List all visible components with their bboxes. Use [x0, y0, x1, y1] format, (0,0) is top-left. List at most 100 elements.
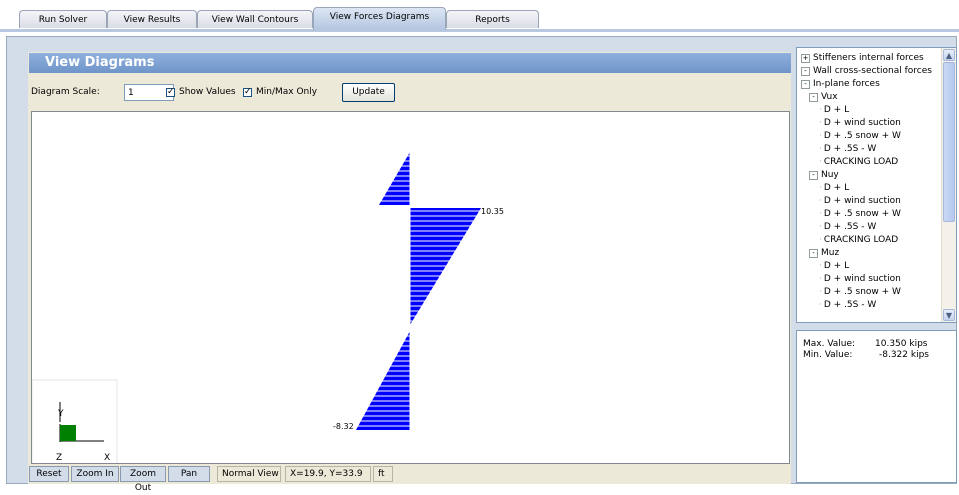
tree-node[interactable]: - Wall cross-sectional forces [801, 66, 932, 76]
tree-node-label: D + L [823, 183, 850, 193]
z-axis-marker [60, 425, 76, 441]
collapse-icon[interactable]: - [801, 67, 810, 76]
diagram-toolbar: Diagram Scale: ✓ Show Values ✓ Min/Max O… [29, 80, 789, 104]
tree-node-label: Vux [821, 92, 838, 102]
tab-strip: Run Solver View Results View Wall Contou… [0, 0, 959, 31]
min-value-label: -8.32 [333, 422, 354, 431]
tree-node-label: Muz [821, 248, 840, 258]
scroll-up-icon[interactable]: ▲ [943, 49, 955, 61]
tree-connector: · [819, 157, 822, 167]
tab-reports[interactable]: Reports [446, 10, 539, 28]
collapse-icon[interactable]: - [809, 249, 818, 258]
expand-icon[interactable]: + [801, 54, 810, 63]
tree-connector: · [819, 105, 822, 115]
tree-node[interactable]: · D + .5S - W [819, 222, 876, 232]
tree-node[interactable]: - Nuy [809, 170, 839, 180]
max-value-label: 10.35 [481, 207, 504, 216]
tree-node-label: D + wind suction [823, 274, 901, 284]
tree-node[interactable]: · D + wind suction [819, 274, 901, 284]
results-tree[interactable]: + Stiffeners internal forces - Wall cross-s… [796, 47, 957, 323]
tree-connector: · [819, 118, 822, 128]
max-value-caption: Max. Value: [803, 339, 856, 349]
collapse-icon[interactable]: - [801, 80, 810, 89]
tree-node[interactable]: · D + wind suction [819, 118, 901, 128]
tree-node[interactable]: · D + .5 snow + W [819, 287, 901, 297]
tree-node[interactable]: · D + L [819, 261, 849, 271]
value-info-box: Max. Value: 10.350 kips Min. Value: -8.3… [796, 330, 957, 483]
y-axis-label: Y [57, 409, 64, 419]
tree-node[interactable]: + Stiffeners internal forces [801, 53, 924, 63]
tree-node-label: D + .5S - W [823, 222, 877, 232]
tree-node[interactable]: · D + .5 snow + W [819, 131, 901, 141]
tree-node[interactable]: - Muz [809, 248, 839, 258]
tree-node-label: In-plane forces [813, 79, 880, 89]
units-status: ft [373, 466, 393, 482]
upper-left-diagram-area [379, 152, 410, 205]
tree-node-label: D + .5 snow + W [823, 209, 901, 219]
minmax-only-label: Min/Max Only [256, 87, 318, 97]
zoom-in-button[interactable]: Zoom In [71, 466, 119, 482]
show-values-label: Show Values [179, 87, 236, 97]
pan-button[interactable]: Pan [168, 466, 210, 482]
collapse-icon[interactable]: - [809, 93, 818, 102]
tree-scrollbar[interactable]: ▲ ▼ [941, 48, 956, 322]
tree-connector: · [819, 183, 822, 193]
tree-node-label: D + L [823, 261, 850, 271]
tree-node-label: Wall cross-sectional forces [813, 66, 932, 76]
diagram-scale-label: Diagram Scale: [31, 87, 100, 97]
tree-connector: · [819, 235, 822, 245]
tree-node-label: D + .5 snow + W [823, 287, 901, 297]
tree-node[interactable]: · CRACKING LOAD [819, 157, 898, 167]
tree-node[interactable]: · D + wind suction [819, 196, 901, 206]
tree-node-label: D + wind suction [823, 196, 901, 206]
reset-button[interactable]: Reset [29, 466, 69, 482]
tree-node[interactable]: · CRACKING LOAD [819, 235, 898, 245]
coordinate-readout: X=19.9, Y=33.9 [285, 466, 371, 482]
view-toolbar: Reset Zoom In Zoom Out Pan Normal View X… [29, 466, 791, 493]
tree-node-label: Nuy [821, 170, 839, 180]
panel-title-bar: View Diagrams [29, 53, 791, 73]
tree-connector: · [819, 209, 822, 219]
tree-node-label: D + .5S - W [823, 144, 877, 154]
tree-node[interactable]: · D + .5 snow + W [819, 209, 901, 219]
diagram-canvas[interactable]: 10.35 -8.32 Y Z X [31, 111, 790, 464]
tab-view-results[interactable]: View Results [107, 10, 197, 28]
tab-run-solver[interactable]: Run Solver [19, 10, 107, 28]
tree-node-label: CRACKING LOAD [823, 157, 899, 167]
tab-underline [0, 29, 959, 32]
tree-node[interactable]: - Vux [809, 92, 838, 102]
max-value-readout: 10.350 kips [875, 339, 928, 349]
axis-triad-box [32, 379, 118, 463]
tree-connector: · [819, 261, 822, 271]
tree-connector: · [819, 144, 822, 154]
show-values-checkbox[interactable]: ✓ [166, 88, 175, 97]
collapse-icon[interactable]: - [809, 171, 818, 180]
tree-node[interactable]: · D + L [819, 105, 849, 115]
tree-node-label: D + .5 snow + W [823, 131, 901, 141]
tree-node-label: CRACKING LOAD [823, 235, 899, 245]
tree-connector: · [819, 274, 822, 284]
zoom-out-button[interactable]: Zoom Out [120, 466, 166, 493]
min-value-caption: Min. Value: [803, 350, 853, 360]
tab-view-wall-contours[interactable]: View Wall Contours [197, 10, 313, 28]
tree-connector: · [819, 300, 822, 310]
panel-title: View Diagrams [45, 55, 155, 70]
scroll-down-icon[interactable]: ▼ [943, 309, 955, 321]
minmax-only-checkbox[interactable]: ✓ [243, 88, 252, 97]
min-value-readout: -8.322 kips [879, 350, 929, 360]
tree-node[interactable]: · D + .5S - W [819, 300, 876, 310]
tree-node[interactable]: - In-plane forces [801, 79, 880, 89]
tree-node[interactable]: · D + .5S - W [819, 144, 876, 154]
tree-connector: · [819, 287, 822, 297]
tree-node-label: D + wind suction [823, 118, 901, 128]
tree-connector: · [819, 222, 822, 232]
force-diagram-shapes [352, 152, 484, 430]
update-button[interactable]: Update [342, 83, 395, 102]
view-mode-status: Normal View [217, 466, 281, 482]
x-axis-label: X [104, 453, 110, 463]
tree-connector: · [819, 196, 822, 206]
tree-node[interactable]: · D + L [819, 183, 849, 193]
tree-node-label: D + L [823, 105, 850, 115]
tab-view-forces-diagrams[interactable]: View Forces Diagrams [313, 7, 446, 30]
scroll-thumb[interactable] [943, 62, 955, 222]
